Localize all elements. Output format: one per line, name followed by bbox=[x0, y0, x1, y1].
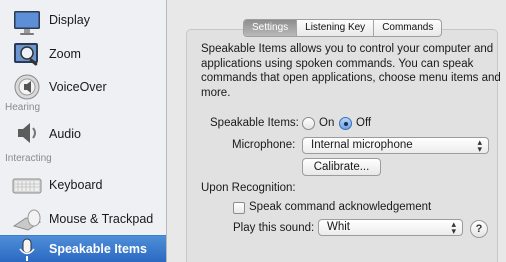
microphone-label: Microphone: bbox=[232, 139, 296, 151]
radio-off[interactable] bbox=[339, 117, 352, 130]
upon-recognition-label: Upon Recognition: bbox=[201, 182, 296, 194]
popup-arrows-icon: ▴ ▾ bbox=[477, 137, 482, 154]
sidebar-item-label: Speakable Items bbox=[49, 242, 147, 256]
sidebar-item-speakable-items[interactable]: Speakable Items bbox=[0, 235, 166, 262]
calibrate-button[interactable]: Calibrate... bbox=[302, 158, 381, 176]
mouse-trackpad-icon bbox=[12, 204, 42, 234]
section-header-interacting: Interacting bbox=[5, 153, 52, 164]
sidebar-item-mouse-trackpad[interactable]: Mouse & Trackpad bbox=[0, 202, 166, 236]
sidebar-item-keyboard[interactable]: Keyboard bbox=[0, 168, 166, 202]
sidebar-item-label: Zoom bbox=[49, 47, 81, 61]
play-sound-popup[interactable]: Whit ▴ ▾ bbox=[318, 219, 463, 236]
tab-commands[interactable]: Commands bbox=[374, 20, 441, 36]
description-text: Speakable Items allows you to control yo… bbox=[201, 43, 501, 99]
radio-off-label[interactable]: Off bbox=[356, 117, 371, 129]
microphone-icon bbox=[12, 235, 42, 262]
microphone-popup-value: Internal microphone bbox=[311, 139, 413, 151]
tab-listening-key[interactable]: Listening Key bbox=[297, 20, 375, 36]
zoom-icon bbox=[12, 40, 42, 70]
audio-icon bbox=[12, 118, 42, 148]
sidebar-item-label: Mouse & Trackpad bbox=[49, 212, 154, 226]
sidebar-item-voiceover[interactable]: VoiceOver bbox=[0, 70, 166, 104]
sidebar-item-audio[interactable]: Audio bbox=[0, 116, 166, 150]
tab-bar: Settings Listening Key Commands bbox=[243, 19, 443, 37]
sidebar-item-label: Keyboard bbox=[49, 178, 103, 192]
speak-ack-checkbox[interactable] bbox=[233, 202, 245, 214]
speakable-items-label: Speakable Items: bbox=[210, 117, 299, 129]
help-button[interactable]: ? bbox=[470, 220, 488, 238]
sidebar: Display Zoom VoiceOver Hearing Audio Int… bbox=[0, 0, 167, 262]
section-header-hearing: Hearing bbox=[5, 102, 41, 113]
tab-settings[interactable]: Settings bbox=[244, 20, 298, 36]
voiceover-icon bbox=[12, 72, 42, 102]
speak-ack-label[interactable]: Speak command acknowledgement bbox=[249, 201, 431, 213]
play-sound-label: Play this sound: bbox=[233, 222, 315, 234]
popup-arrows-icon: ▴ ▾ bbox=[451, 219, 456, 236]
radio-on-label[interactable]: On bbox=[319, 117, 334, 129]
display-icon bbox=[12, 7, 42, 37]
sidebar-item-zoom[interactable]: Zoom bbox=[0, 38, 166, 72]
sidebar-item-label: Display bbox=[49, 13, 90, 27]
sidebar-item-display[interactable]: Display bbox=[0, 5, 166, 39]
sidebar-item-label: VoiceOver bbox=[49, 80, 107, 94]
play-sound-popup-value: Whit bbox=[327, 221, 350, 233]
keyboard-icon bbox=[12, 171, 42, 201]
radio-on[interactable] bbox=[302, 117, 315, 130]
sidebar-item-label: Audio bbox=[49, 127, 81, 141]
microphone-popup[interactable]: Internal microphone ▴ ▾ bbox=[302, 137, 489, 154]
